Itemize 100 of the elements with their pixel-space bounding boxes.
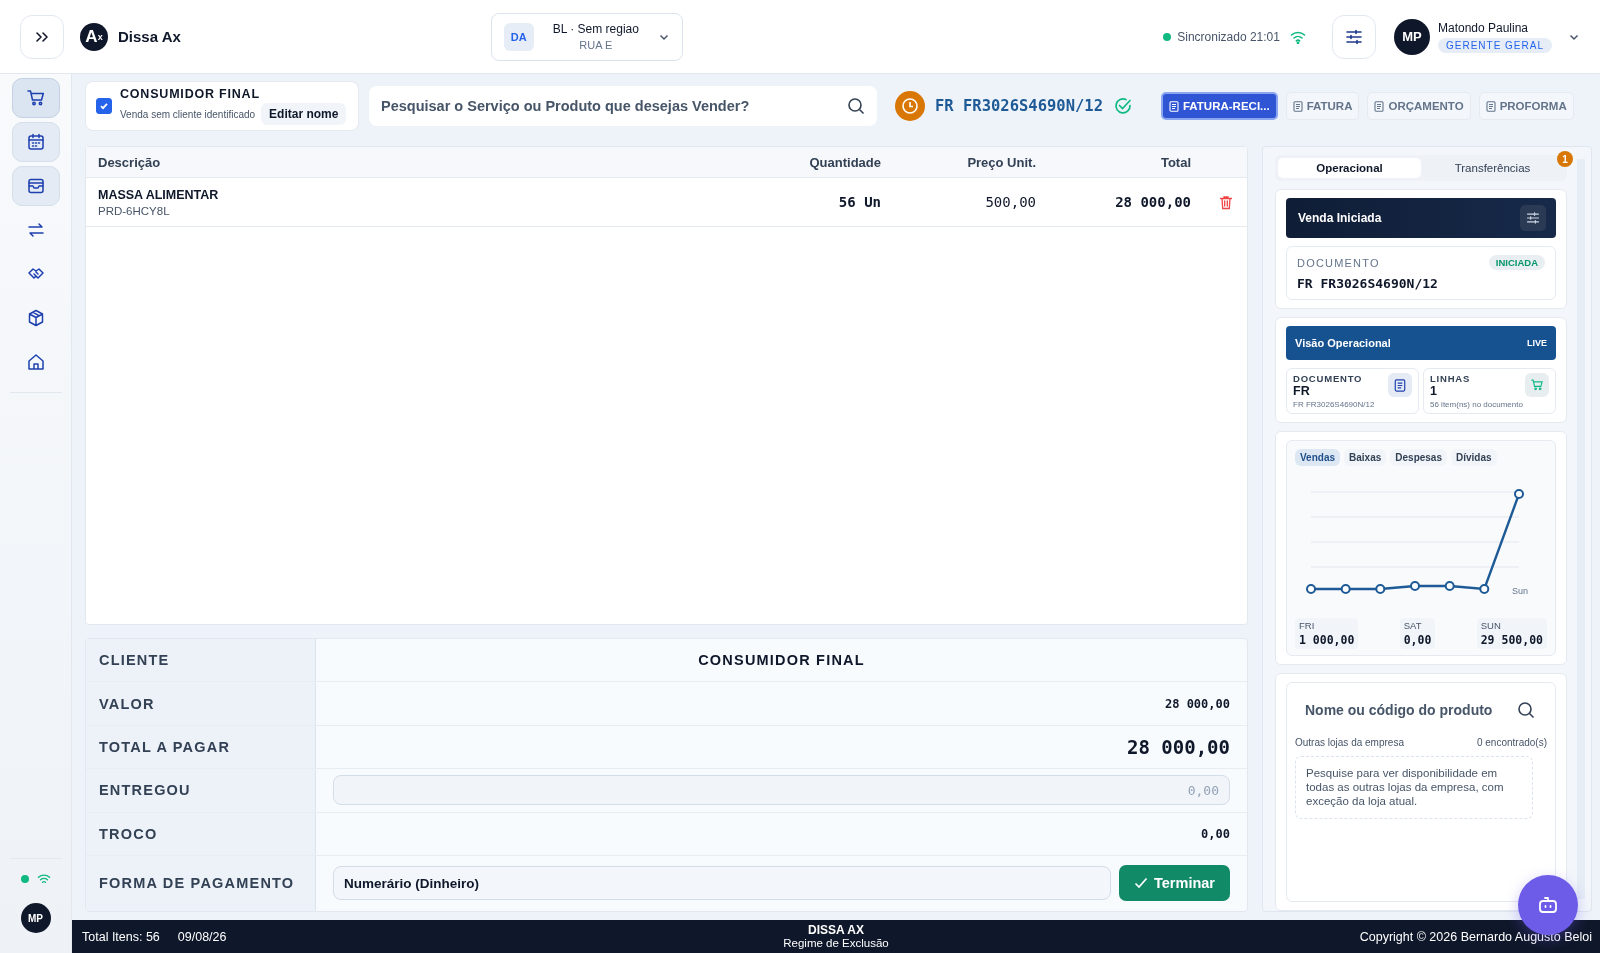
search-icon [1517,701,1535,719]
day-amount: 29 500,00 [1480,633,1543,647]
day-label: FRI [1299,620,1316,631]
document-icon [1485,100,1496,112]
chart-tab[interactable]: Dívidas [1451,449,1497,466]
wifi-icon [1289,29,1306,44]
delete-icon[interactable] [1219,194,1233,210]
day-amount: 0,00 [1403,633,1432,647]
banner-title: Venda Iniciada [1298,211,1382,225]
amount-value: 28 000,00 [1164,696,1230,711]
edit-name-button[interactable]: Editar nome [261,103,347,125]
nav-calendar-button[interactable] [11,122,60,162]
customer-checkbox[interactable] [96,98,112,114]
chart-tab[interactable]: Vendas [1295,449,1341,466]
robot-icon [1537,894,1559,916]
sliders-icon [1344,27,1363,46]
app-name: Dissa Ax [118,28,181,45]
sliders-icon [1526,211,1540,225]
chart-tab[interactable]: Despesas [1390,449,1447,466]
notification-badge: 1 [1557,151,1573,167]
expand-button[interactable] [20,14,64,59]
scrollbar[interactable] [1577,159,1585,899]
total-value: 28 000,00 [1127,735,1230,758]
store-address: RUA E [579,39,613,51]
settings-button[interactable] [1520,205,1546,231]
column-header: Preço Unit. [966,154,1036,170]
cart-icon [25,88,46,108]
table-cell-text: 500,00 [984,194,1036,210]
search-hint: Pesquise para ver disponibilidade em todas as outras lojas da empresa, com exceção da loja atual. [1295,756,1533,820]
scope-label: Outras lojas da empresa [1295,737,1404,748]
clock-icon [895,91,925,121]
items-total: Total Itens: 56 [82,929,160,944]
stat-value: 1 [1430,384,1438,398]
data-point [1410,581,1420,591]
data-point [1514,489,1524,499]
document-type-tab[interactable]: FATURA [1285,92,1360,120]
stat-note: 56 item(ns) no documento [1430,400,1524,409]
column-header: Descrição [98,154,162,170]
day-amount: 1 000,00 [1299,633,1355,647]
tax-regime: Regime de Exclusão [783,936,889,949]
copyright-text: Copyright © 2026 Bernardo Augusto Beloi [1359,929,1592,944]
check-icon [1134,877,1148,890]
customer-value: CONSUMIDOR FINAL [698,652,865,669]
document-icon [1292,100,1303,112]
table-cell-text: 28 000,00 [1114,194,1191,210]
search-field[interactable]: Pesquisar o Serviço ou Produto que desejas Vender? [369,86,877,126]
inbox-icon [25,176,46,196]
home-icon [25,352,46,372]
user-avatar: MP [1393,18,1430,55]
product-code: PRD-6HCY8L [98,204,171,217]
cart-icon [1530,378,1544,392]
summary-label: FORMA DE PAGAMENTO [86,855,316,911]
data-point [1479,584,1490,594]
document-type-tab[interactable]: FATURA-RECI... [1161,92,1278,120]
summary-label: CLIENTE [86,639,316,682]
table-cell-text: 56 Un [837,194,881,210]
document-icon [1394,378,1406,392]
stat-label: DOCUMENTO [1293,373,1363,384]
payment-method-select[interactable]: Numerário (Dinheiro) [333,866,1111,901]
result-count: 0 encontrado(s) [1476,737,1547,748]
sync-status: Sincronizado 21:01 [1177,29,1280,44]
user-avatar[interactable]: MP [20,903,51,933]
user-name: Matondo Paulina [1437,20,1530,35]
nav-cart-button[interactable] [11,78,60,118]
amount-input[interactable]: 0,00 [333,775,1230,806]
finish-button[interactable]: Terminar [1119,865,1230,902]
column-header: Total [1159,154,1191,170]
settings-button[interactable] [1331,14,1376,59]
document-number: FR FR3026S4690N/12 [935,97,1103,115]
search-icon [847,97,865,115]
product-name: MASSA ALIMENTAR [98,187,220,202]
document-type-tab[interactable]: PROFORMA [1478,92,1574,120]
axis-label: Sun [1512,586,1528,596]
panel-tab[interactable]: Operacional [1278,158,1421,178]
summary-label: TROCO [86,812,316,855]
calendar-icon [25,132,46,152]
document-label: DOCUMENTO [1297,256,1380,269]
banner-title: Visão Operacional [1295,337,1391,349]
data-point [1375,584,1386,594]
document-number: FR FR3026S4690N/12 [1297,276,1439,291]
day-label: SAT [1403,620,1423,631]
document-type-tab[interactable]: ORÇAMENTO [1367,92,1471,120]
summary-label: ENTREGOU [86,769,316,812]
store-name: BL · Sem regiao [552,22,639,36]
footer-date: 09/08/26 [177,929,227,944]
document-icon [1169,100,1179,112]
summary-label: TOTAL A PAGAR [86,725,316,769]
stat-label: LINHAS [1430,373,1471,384]
stat-value: FR [1293,384,1311,398]
chart-tab[interactable]: Baixas [1344,449,1387,466]
data-point [1306,584,1316,594]
column-header: Quantidade [808,154,881,170]
store-badge: DA [503,22,534,51]
customer-title: CONSUMIDOR FINAL [120,87,261,101]
store-selector[interactable]: DA BL · Sem regiao RUA E [490,12,683,61]
stat-note: FR FR3026S4690N/12 [1293,400,1376,409]
user-menu[interactable]: MP Matondo Paulina GERENTE GERAL [1393,18,1580,55]
wifi-icon [36,873,51,885]
status-badge: INICIADA [1488,255,1545,270]
nav-inbox-button[interactable] [11,166,60,206]
